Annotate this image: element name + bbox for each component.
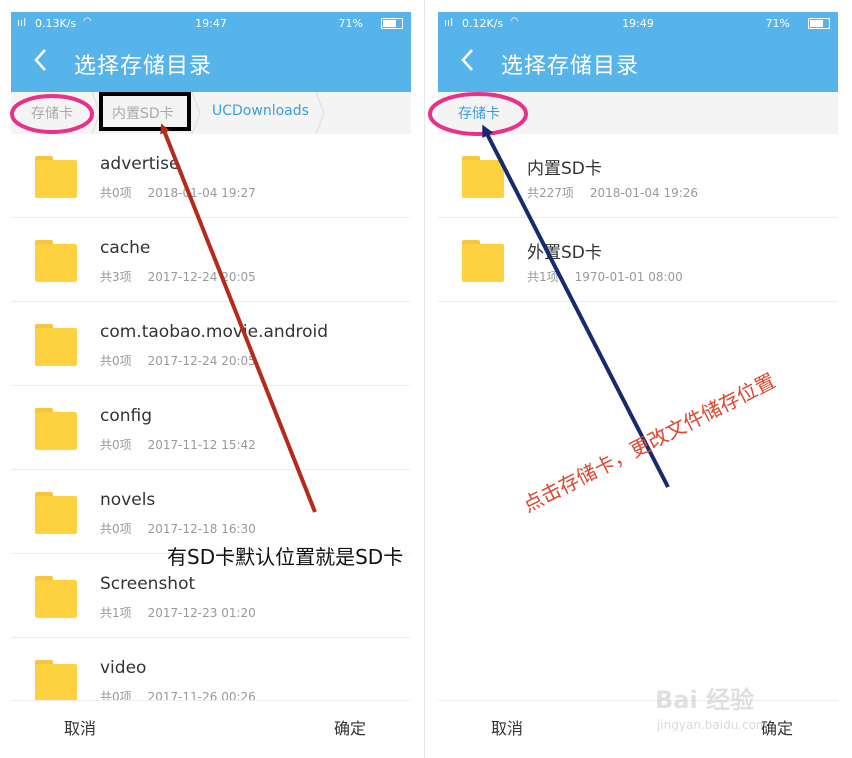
item-count: 共3项: [100, 270, 132, 284]
folder-meta: 共0项 2017-12-24 20:05: [100, 352, 256, 369]
folder-name: novels: [100, 490, 156, 510]
breadcrumb: 存储卡: [438, 92, 838, 134]
folder-name: com.taobao.movie.android: [100, 322, 329, 342]
confirm-button[interactable]: 确定: [334, 715, 366, 739]
folder-name: 内置SD卡: [527, 159, 602, 179]
battery-icon: [808, 18, 830, 29]
folder-icon: [35, 660, 77, 702]
list-item[interactable]: 外置SD卡 共1项 1970-01-01 08:00: [438, 218, 838, 302]
folder-meta: 共0项 2018-01-04 19:27: [100, 184, 256, 201]
watermark-logo: Bai 经验: [655, 686, 755, 714]
status-bar: ııl 0.13K/s ◠ 19:47 71%: [11, 12, 411, 34]
folder-icon: [35, 240, 77, 282]
battery-level: 71%: [338, 17, 363, 30]
folder-icon: [35, 576, 77, 618]
breadcrumb-ucdownloads[interactable]: UCDownloads: [212, 103, 309, 119]
folder-icon: [35, 324, 77, 366]
cancel-button[interactable]: 取消: [491, 715, 523, 739]
folder-meta: 共227项 2018-01-04 19:26: [527, 184, 698, 201]
modified-date: 2017-12-24 20:05: [147, 270, 256, 284]
title-bar: 选择存储目录: [11, 34, 411, 92]
item-count: 共0项: [100, 354, 132, 368]
folder-name: advertise: [100, 154, 180, 174]
folder-meta: 共0项 2017-12-18 16:30: [100, 520, 256, 537]
cancel-button[interactable]: 取消: [64, 715, 96, 739]
breadcrumb-internal-sd[interactable]: 内置SD卡: [112, 103, 174, 123]
folder-icon: [462, 156, 504, 198]
modified-date: 2017-12-18 16:30: [147, 522, 256, 536]
breadcrumb-storage-card[interactable]: 存储卡: [458, 103, 500, 123]
page-title: 选择存储目录: [501, 54, 640, 79]
breadcrumb-separator-icon: [91, 92, 101, 134]
modified-date: 2018-01-04 19:26: [589, 186, 699, 200]
list-item[interactable]: cache 共3项 2017-12-24 20:05: [11, 218, 411, 302]
left-screen: ııl 0.13K/s ◠ 19:47 71% 选择存储目录 存储卡 内置SD卡…: [11, 12, 411, 758]
folder-list: 内置SD卡 共227项 2018-01-04 19:26 外置SD卡 共1项 197…: [438, 134, 838, 302]
folder-meta: 共1项 1970-01-01 08:00: [527, 268, 683, 285]
page-title: 选择存储目录: [74, 54, 213, 79]
battery-icon: [381, 18, 403, 29]
folder-meta: 共0项 2017-11-12 15:42: [100, 436, 256, 453]
modified-date: 1970-01-01 08:00: [574, 270, 683, 284]
breadcrumb-separator-icon: [191, 92, 201, 134]
folder-icon: [35, 408, 77, 450]
folder-name: 外置SD卡: [527, 243, 602, 263]
breadcrumb-separator-icon: [315, 92, 325, 134]
list-item[interactable]: 内置SD卡 共227项 2018-01-04 19:26: [438, 134, 838, 218]
folder-name: Screenshot: [100, 574, 196, 594]
folder-name: video: [100, 658, 147, 678]
modified-date: 2018-01-04 19:27: [147, 186, 256, 200]
item-count: 共0项: [100, 522, 132, 536]
breadcrumb-storage-card[interactable]: 存储卡: [31, 103, 73, 123]
baidu-watermark: Bai 经验 jingyan.baidu.com: [655, 680, 825, 740]
action-bar: 取消 确定: [11, 700, 411, 751]
watermark-url: jingyan.baidu.com: [657, 718, 768, 732]
modified-date: 2017-12-24 20:05: [147, 354, 256, 368]
battery-level: 71%: [765, 17, 790, 30]
screen-divider: [424, 0, 425, 758]
item-count: 共227项: [527, 186, 574, 200]
right-screen: ııl 0.12K/s ◠ 19:49 71% 选择存储目录 存储卡 内置SD卡…: [438, 12, 838, 758]
folder-list: advertise 共0项 2018-01-04 19:27 cache 共3项 2…: [11, 134, 411, 722]
back-arrow-icon[interactable]: [31, 46, 59, 76]
item-count: 共1项: [527, 270, 559, 284]
list-item[interactable]: com.taobao.movie.android 共0项 2017-12-24 2…: [11, 302, 411, 386]
item-count: 共1项: [100, 606, 132, 620]
modified-date: 2017-12-23 01:20: [147, 606, 256, 620]
folder-icon: [35, 492, 77, 534]
folder-name: config: [100, 406, 153, 426]
folder-icon: [35, 156, 77, 198]
status-bar: ııl 0.12K/s ◠ 19:49 71%: [438, 12, 838, 34]
breadcrumb: 存储卡 内置SD卡 UCDownloads: [11, 92, 411, 134]
modified-date: 2017-11-12 15:42: [147, 438, 256, 452]
back-arrow-icon[interactable]: [458, 46, 486, 76]
folder-name: cache: [100, 238, 151, 258]
folder-meta: 共1项 2017-12-23 01:20: [100, 604, 256, 621]
list-item[interactable]: config 共0项 2017-11-12 15:42: [11, 386, 411, 470]
item-count: 共0项: [100, 186, 132, 200]
folder-icon: [462, 240, 504, 282]
annotation-note-left: 有SD卡默认位置就是SD卡: [167, 545, 404, 569]
list-item[interactable]: advertise 共0项 2018-01-04 19:27: [11, 134, 411, 218]
folder-meta: 共3项 2017-12-24 20:05: [100, 268, 256, 285]
title-bar: 选择存储目录: [438, 34, 838, 92]
item-count: 共0项: [100, 438, 132, 452]
